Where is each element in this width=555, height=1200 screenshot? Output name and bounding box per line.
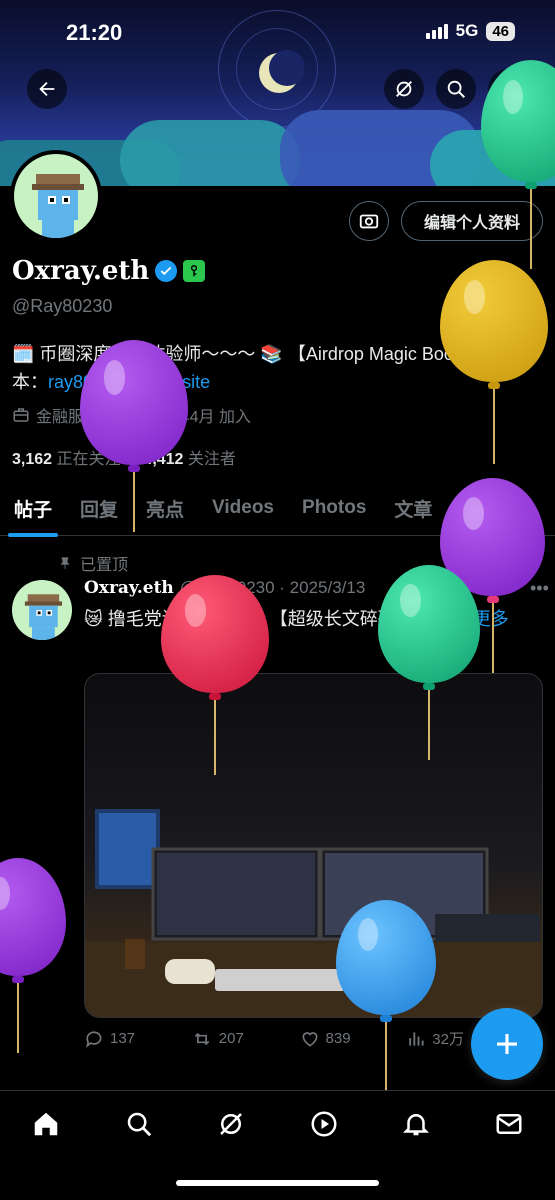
signal-icon [425, 23, 448, 39]
reply-count: 137 [110, 1030, 136, 1047]
briefcase-icon [13, 408, 29, 422]
camera-button[interactable] [349, 201, 389, 241]
nav-video[interactable] [309, 1109, 339, 1144]
profile-handle: @Ray80230 [12, 296, 113, 316]
search-icon [447, 80, 465, 98]
back-button[interactable] [27, 69, 67, 109]
explore-icon [127, 1112, 151, 1136]
search-button[interactable] [436, 69, 476, 109]
balloon-green-top [481, 60, 555, 269]
tab-videos[interactable]: Videos [198, 480, 288, 536]
pin-icon [60, 557, 70, 569]
back-arrow-icon [39, 81, 55, 97]
battery-icon: 46 [486, 21, 515, 41]
balloon-green [378, 565, 480, 760]
camera-icon [359, 214, 379, 229]
nav-explore[interactable] [124, 1109, 154, 1144]
balloon-purple [80, 340, 188, 532]
reply-button[interactable]: 137 [84, 1028, 135, 1049]
avatar-image [14, 154, 98, 238]
banner-cloud [120, 120, 300, 186]
balloon-purple-left [0, 858, 66, 1053]
bottom-navigation [0, 1091, 555, 1161]
home-icon [35, 1112, 58, 1135]
repost-button[interactable]: 207 [191, 1028, 244, 1049]
balloon-blue [336, 900, 436, 1092]
network-label: 5G [455, 21, 479, 40]
repost-count: 207 [218, 1030, 244, 1047]
post-avatar[interactable] [12, 580, 72, 640]
compose-plus-icon [497, 1034, 517, 1054]
like-icon [302, 1031, 318, 1047]
pinned-label: 已置顶 [80, 557, 129, 574]
status-icons: 5G 46 [425, 21, 515, 41]
grok-icon [396, 81, 412, 97]
profile-avatar[interactable] [10, 150, 102, 242]
display-name: Oxray.eth [12, 256, 150, 286]
nav-notifications[interactable] [401, 1109, 431, 1144]
nav-home[interactable] [31, 1109, 61, 1144]
play-icon [311, 1111, 337, 1136]
display-name-row: Oxray.eth [12, 256, 206, 286]
nav-messages[interactable] [494, 1109, 524, 1144]
compose-button[interactable] [471, 1008, 543, 1080]
balloon-yellow [440, 260, 548, 464]
following-count: 3,162 [12, 451, 53, 468]
followers-label: 关注者 [187, 451, 236, 468]
balloon-red [161, 575, 269, 775]
moon-icon [259, 50, 304, 93]
status-time: 21:20 [66, 20, 123, 45]
tab-articles[interactable]: 文章 [380, 480, 446, 536]
repost-icon [194, 1032, 210, 1045]
grok-nav-icon [220, 1112, 243, 1135]
views-count: 32万 [432, 1031, 464, 1048]
nav-grok[interactable] [216, 1109, 246, 1144]
verified-icon[interactable] [155, 260, 178, 282]
tab-photos[interactable]: Photos [288, 480, 380, 536]
reply-icon [85, 1030, 102, 1048]
mail-icon [496, 1113, 522, 1134]
bell-icon [403, 1113, 430, 1135]
key-icon[interactable] [183, 260, 206, 282]
pinned-indicator: 已置顶 [58, 551, 128, 575]
grok-button[interactable] [384, 69, 424, 109]
tab-posts[interactable]: 帖子 [0, 480, 66, 537]
home-indicator [176, 1180, 379, 1186]
